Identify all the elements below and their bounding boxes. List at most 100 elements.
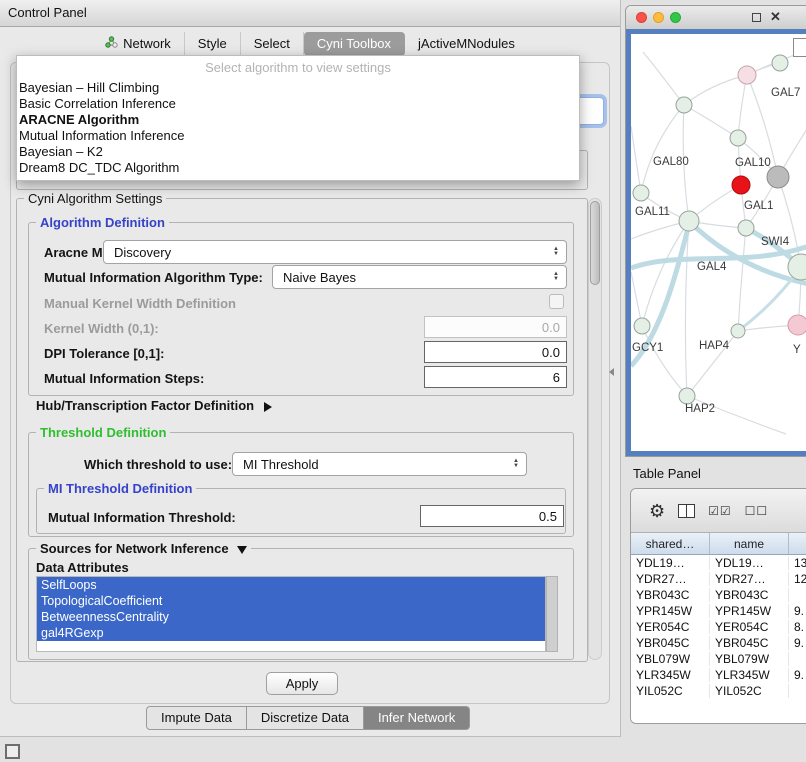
graph-node[interactable] bbox=[730, 130, 746, 146]
attribute-item[interactable]: TopologicalCoefficient bbox=[37, 593, 545, 609]
column-header[interactable]: name bbox=[710, 533, 789, 554]
table-cell: YDR27… bbox=[710, 572, 789, 586]
data-attributes-list[interactable]: SelfLoopsTopologicalCoefficientBetweenne… bbox=[36, 576, 546, 652]
mi-threshold-value: 0.5 bbox=[539, 509, 557, 524]
minimize-traffic-light[interactable] bbox=[653, 12, 664, 23]
node-label: Y bbox=[793, 344, 801, 356]
column-header[interactable] bbox=[789, 533, 806, 554]
graph-node[interactable] bbox=[738, 66, 756, 84]
table-row[interactable]: YPR145WYPR145W9. bbox=[631, 603, 806, 619]
graph-edge bbox=[685, 221, 689, 396]
tab-jactivemnodules[interactable]: jActiveMNodules bbox=[405, 32, 528, 56]
network-graph[interactable]: GAL7GAL80GAL10GAL11GAL1SWI4GAL4GCY1HAP4H… bbox=[631, 34, 806, 455]
settings-scrollbar-thumb[interactable] bbox=[590, 201, 600, 285]
graph-node[interactable] bbox=[676, 97, 692, 113]
tab-select[interactable]: Select bbox=[241, 32, 304, 56]
mi-type-value: Naive Bayes bbox=[283, 270, 356, 285]
network-window-titlebar[interactable]: ✕ bbox=[626, 6, 806, 30]
panel-collapse-arrow[interactable] bbox=[609, 368, 614, 376]
table-row[interactable]: YBR045CYBR045C9. bbox=[631, 635, 806, 651]
columns-icon[interactable] bbox=[678, 504, 695, 518]
algorithm-option[interactable]: Dream8 DC_TDC Algorithm bbox=[17, 160, 579, 176]
sources-title-toggle[interactable]: Sources for Network Inference bbox=[36, 541, 251, 556]
table-cell: YBR045C bbox=[631, 636, 710, 650]
zoom-traffic-light[interactable] bbox=[670, 12, 681, 23]
settings-scrollbar[interactable] bbox=[588, 198, 602, 660]
node-label: SWI4 bbox=[761, 236, 790, 248]
mi-type-select[interactable]: Naive Bayes ▲▼ bbox=[272, 265, 567, 289]
control-panel-title: Control Panel bbox=[8, 0, 87, 26]
graph-node[interactable] bbox=[732, 176, 750, 194]
graph-node[interactable] bbox=[633, 185, 649, 201]
table-panel-title: Table Panel bbox=[633, 466, 701, 481]
graph-node[interactable] bbox=[772, 55, 788, 71]
mi-steps-field[interactable]: 6 bbox=[424, 366, 567, 388]
graph-node[interactable] bbox=[634, 318, 650, 334]
close-window-icon[interactable]: ✕ bbox=[770, 9, 781, 25]
table-row[interactable]: YDR27…YDR27…12 bbox=[631, 571, 806, 587]
tab-network[interactable]: Network bbox=[92, 32, 185, 56]
algorithm-option[interactable]: Mutual Information Inference bbox=[17, 128, 579, 144]
which-threshold-select[interactable]: MI Threshold ▲▼ bbox=[232, 452, 527, 476]
graph-edge bbox=[687, 396, 786, 434]
deselect-columns-icon[interactable]: ☐☐ bbox=[745, 504, 769, 518]
table-header-row: shared…name bbox=[631, 533, 806, 555]
aracne-mode-select[interactable]: Discovery ▲▼ bbox=[103, 240, 567, 264]
graph-node[interactable] bbox=[679, 211, 699, 231]
gear-icon[interactable]: ⚙ bbox=[649, 502, 665, 520]
attribute-item[interactable]: SelfLoops bbox=[37, 577, 545, 593]
algorithm-placeholder: Select algorithm to view settings bbox=[17, 56, 579, 80]
attribute-item[interactable]: gal4RGexp bbox=[37, 625, 545, 641]
kernel-width-field[interactable]: 0.0 bbox=[424, 316, 567, 338]
bottom-tab-impute-data[interactable]: Impute Data bbox=[146, 706, 247, 730]
float-window-icon[interactable] bbox=[752, 13, 761, 22]
table-cell: YBL079W bbox=[710, 652, 789, 666]
close-traffic-light[interactable] bbox=[636, 12, 647, 23]
manual-kernel-label: Manual Kernel Width Definition bbox=[44, 296, 236, 311]
bottom-tab-infer-network[interactable]: Infer Network bbox=[364, 706, 470, 730]
graph-node[interactable] bbox=[679, 388, 695, 404]
dpi-tolerance-value: 0.0 bbox=[542, 345, 560, 360]
apply-button-label: Apply bbox=[286, 676, 319, 691]
attribute-item[interactable]: BetweennessCentrality bbox=[37, 609, 545, 625]
graph-node[interactable] bbox=[788, 315, 806, 335]
select-all-columns-icon[interactable]: ☑☑ bbox=[708, 504, 732, 518]
birdseye-box[interactable] bbox=[793, 38, 806, 57]
table-row[interactable]: YLR345WYLR345W9. bbox=[631, 667, 806, 683]
cyni-settings-title: Cyni Algorithm Settings bbox=[24, 191, 166, 206]
mi-threshold-field[interactable]: 0.5 bbox=[420, 505, 564, 527]
algorithm-option[interactable]: Basic Correlation Inference bbox=[17, 96, 579, 112]
apply-button[interactable]: Apply bbox=[266, 672, 338, 695]
table-cell: YER054C bbox=[710, 620, 789, 634]
table-toolbar: ⚙ ☑☑ ☐☐ bbox=[631, 489, 806, 533]
dpi-tolerance-field[interactable]: 0.0 bbox=[424, 341, 567, 363]
hidden-panel-icon[interactable] bbox=[5, 744, 20, 759]
attributes-scrollbar[interactable] bbox=[546, 576, 558, 652]
algorithm-option[interactable]: ARACNE Algorithm bbox=[17, 112, 579, 128]
table-row[interactable]: YDL19…YDL19…13 bbox=[631, 555, 806, 571]
algorithm-option[interactable]: Bayesian – K2 bbox=[17, 144, 579, 160]
control-panel-titlebar[interactable]: Control Panel bbox=[0, 0, 620, 27]
network-canvas[interactable]: GAL7GAL80GAL10GAL11GAL1SWI4GAL4GCY1HAP4H… bbox=[626, 29, 806, 456]
tab-bar: NetworkStyleSelectCyni ToolboxjActiveMNo… bbox=[0, 31, 620, 57]
graph-node[interactable] bbox=[731, 324, 745, 338]
table-row[interactable]: YIL052CYIL052C bbox=[631, 683, 806, 699]
bottom-tab-discretize-data[interactable]: Discretize Data bbox=[247, 706, 364, 730]
graph-edge bbox=[684, 105, 738, 138]
table-row[interactable]: YBL079WYBL079W bbox=[631, 651, 806, 667]
graph-node[interactable] bbox=[738, 220, 754, 236]
column-header[interactable]: shared… bbox=[631, 533, 710, 554]
table-row[interactable]: YBR043CYBR043C bbox=[631, 587, 806, 603]
data-attributes-label: Data Attributes bbox=[36, 560, 129, 575]
tab-style[interactable]: Style bbox=[185, 32, 241, 56]
tab-cyni-toolbox[interactable]: Cyni Toolbox bbox=[304, 32, 405, 56]
table-cell: YLR345W bbox=[710, 668, 789, 682]
algorithm-option[interactable]: Bayesian – Hill Climbing bbox=[17, 80, 579, 96]
combo-arrows-icon: ▲▼ bbox=[549, 243, 563, 261]
table-row[interactable]: YER054CYER054C8. bbox=[631, 619, 806, 635]
table-cell: YBR043C bbox=[710, 588, 789, 602]
manual-kernel-checkbox[interactable] bbox=[549, 294, 564, 309]
node-label: HAP4 bbox=[699, 340, 730, 352]
hub-section-toggle[interactable]: Hub/Transcription Factor Definition bbox=[36, 398, 272, 413]
graph-node[interactable] bbox=[767, 166, 789, 188]
